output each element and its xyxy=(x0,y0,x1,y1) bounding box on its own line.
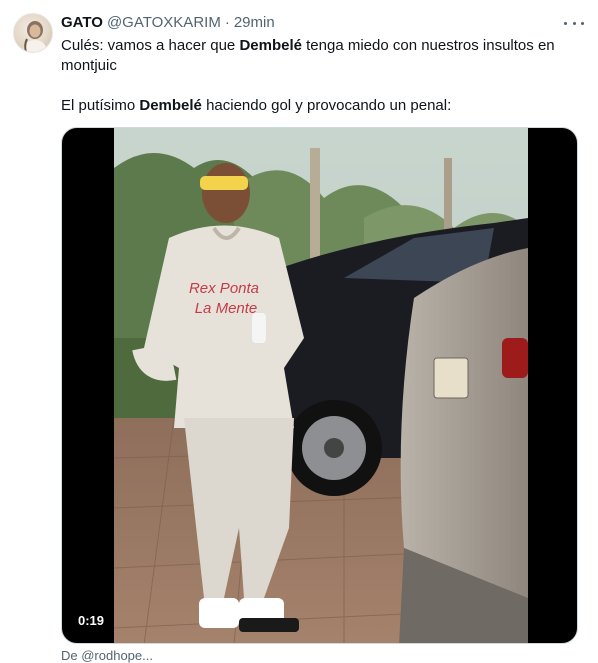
more-dot xyxy=(581,21,584,25)
text-bold-segment: Dembelé xyxy=(139,97,202,114)
more-horizontal-icon[interactable] xyxy=(564,14,584,32)
avatar-image xyxy=(22,21,48,52)
author-handle[interactable]: @GATOXKARIM xyxy=(107,14,221,31)
text-segment: haciendo gol y provocando un penal: xyxy=(201,97,452,114)
tweet-text-line: Culés: vamos a hacer que Dembelé tenga m… xyxy=(61,36,576,56)
tweet-header: GATO @GATOXKARIM · 29min xyxy=(61,13,582,33)
text-segment: Culés: vamos a hacer que xyxy=(61,37,240,54)
hoodie-text-2: La Mente xyxy=(195,300,258,317)
video-player[interactable]: Rex Ponta La Mente 0:19 xyxy=(61,127,578,644)
video-frame[interactable]: Rex Ponta La Mente xyxy=(114,128,528,643)
avatar[interactable] xyxy=(13,13,53,53)
text-bold-segment: Dembelé xyxy=(239,37,302,54)
video-thumbnail: Rex Ponta La Mente xyxy=(114,128,528,643)
media-attribution[interactable]: De @rodhope... xyxy=(61,648,153,663)
author-name[interactable]: GATO xyxy=(61,14,103,31)
tweet-text-line: El putísimo Dembelé haciendo gol y provo… xyxy=(61,96,576,116)
more-dot xyxy=(564,21,567,25)
separator-dot: · xyxy=(224,14,230,31)
hoodie-text-1: Rex Ponta xyxy=(189,280,259,297)
text-segment: El putísimo xyxy=(61,97,140,114)
video-duration-badge: 0:19 xyxy=(72,611,111,631)
tweet[interactable]: GATO @GATOXKARIM · 29min Culés: vamos a hac… xyxy=(0,0,598,663)
text-segment: tenga miedo con nuestros insultos en xyxy=(301,37,555,54)
tweet-text-line: montjuic xyxy=(61,57,117,74)
more-dot xyxy=(572,21,576,25)
tweet-text: Culés: vamos a hacer que Dembelé tenga m… xyxy=(61,36,576,116)
tweet-timestamp[interactable]: 29min xyxy=(234,14,275,31)
